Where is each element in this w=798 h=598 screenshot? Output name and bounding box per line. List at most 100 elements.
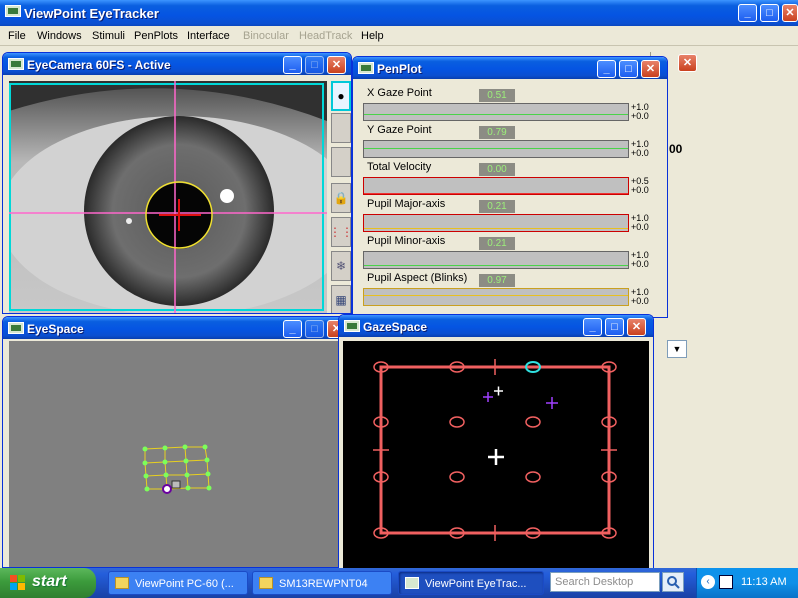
taskbar-item[interactable]: ViewPoint PC-60 (... bbox=[108, 571, 248, 595]
eyespace-minimize-button[interactable]: _ bbox=[283, 320, 302, 338]
clock: 11:13 AM bbox=[741, 576, 787, 588]
app-minimize-button[interactable]: _ bbox=[738, 4, 757, 22]
pp-value: 0.00 bbox=[479, 163, 515, 176]
folder-icon bbox=[115, 577, 129, 589]
penplot-close-button[interactable]: ✕ bbox=[641, 60, 660, 78]
menu-stimuli[interactable]: Stimuli bbox=[92, 30, 125, 42]
background-close-button[interactable]: ✕ bbox=[678, 54, 697, 72]
eyecamera-minimize-button[interactable]: _ bbox=[283, 56, 302, 74]
gazespace-title: GazeSpace bbox=[363, 320, 428, 334]
pp-scale: +1.0 +0.0 bbox=[631, 250, 649, 269]
snowflake-icon[interactable]: ❄ bbox=[331, 251, 351, 281]
taskbar-item[interactable]: ViewPoint EyeTrac... bbox=[398, 571, 544, 595]
gazespace-window: GazeSpace _ □ ✕ bbox=[338, 314, 654, 568]
pp-strip bbox=[363, 140, 629, 158]
menu-bar: File Windows Stimuli PenPlots Interface … bbox=[0, 26, 798, 46]
penplot-title-bar: PenPlot _ □ ✕ bbox=[353, 57, 667, 79]
background-dropdown[interactable]: ▼ bbox=[667, 340, 687, 358]
tray-app-icon[interactable] bbox=[719, 575, 733, 589]
eyespace-icon bbox=[8, 322, 24, 334]
eye-image bbox=[9, 81, 327, 313]
pp-label: X Gaze Point bbox=[367, 87, 432, 99]
search-icon[interactable] bbox=[662, 572, 684, 592]
penplot-minimize-button[interactable]: _ bbox=[597, 60, 616, 78]
pp-scale: +1.0 +0.0 bbox=[631, 139, 649, 158]
pp-label: Total Velocity bbox=[367, 161, 432, 173]
image-icon[interactable]: ▦ bbox=[331, 285, 351, 313]
menu-interface[interactable]: Interface bbox=[187, 30, 230, 42]
background-value: 00 bbox=[669, 142, 683, 156]
eyecamera-icon bbox=[8, 58, 24, 70]
taskbar-item-label: ViewPoint EyeTrac... bbox=[425, 578, 527, 590]
app-maximize-button[interactable]: □ bbox=[760, 4, 779, 22]
search-desktop-input[interactable]: Search Desktop bbox=[550, 572, 660, 592]
app-title: ViewPoint EyeTracker bbox=[24, 6, 159, 21]
eyespace-title: EyeSpace bbox=[27, 322, 84, 336]
menu-binocular: Binocular bbox=[243, 30, 289, 42]
menu-help[interactable]: Help bbox=[361, 30, 384, 42]
pp-scale: +0.5 +0.0 bbox=[631, 176, 649, 195]
system-tray: ‹ 11:13 AM bbox=[696, 568, 798, 598]
pp-strip bbox=[363, 251, 629, 269]
eyespace-window: EyeSpace _ □ ✕ bbox=[2, 316, 346, 568]
windows-logo-icon bbox=[10, 575, 26, 591]
pp-value: 0.21 bbox=[479, 237, 515, 250]
eyecamera-close-button[interactable]: ✕ bbox=[327, 56, 346, 74]
eyecamera-title-bar: EyeCamera 60FS - Active _ □ ✕ bbox=[3, 53, 351, 75]
pp-value: 0.97 bbox=[479, 274, 515, 287]
pp-label: Pupil Aspect (Blinks) bbox=[367, 272, 468, 284]
menu-file[interactable]: File bbox=[8, 30, 26, 42]
pp-label: Y Gaze Point bbox=[367, 124, 432, 136]
pp-label: Pupil Major-axis bbox=[367, 198, 446, 210]
taskbar-item-label: SM13REWPNT04 bbox=[279, 578, 368, 590]
pp-scale: +1.0 +0.0 bbox=[631, 213, 649, 232]
eyespace-title-bar: EyeSpace _ □ ✕ bbox=[3, 317, 345, 339]
eyecamera-maximize-button: □ bbox=[305, 56, 324, 74]
gazespace-icon bbox=[344, 320, 360, 332]
pp-strip bbox=[363, 177, 629, 195]
eye-camera-view[interactable] bbox=[9, 81, 327, 313]
gazespace-view[interactable] bbox=[343, 341, 649, 568]
gazespace-close-button[interactable]: ✕ bbox=[627, 318, 646, 336]
viewpoint-app-icon bbox=[405, 577, 419, 589]
start-label: start bbox=[32, 573, 67, 590]
lock-icon[interactable]: 🔒 bbox=[331, 183, 351, 213]
pupil-dot-button[interactable]: ● bbox=[331, 81, 351, 111]
pp-scale: +1.0 +0.0 bbox=[631, 102, 649, 121]
eyespace-calibration-grid bbox=[142, 444, 212, 494]
penplot-title: PenPlot bbox=[377, 62, 422, 76]
penplot-window: PenPlot _ □ ✕ X Gaze Point 0.51 +1.0 +0.0… bbox=[352, 56, 668, 318]
pp-value: 0.21 bbox=[479, 200, 515, 213]
pp-strip bbox=[363, 214, 629, 232]
menu-headtrack: HeadTrack bbox=[299, 30, 353, 42]
gazespace-calibration-map bbox=[373, 359, 617, 541]
tray-expand-icon[interactable]: ‹ bbox=[701, 575, 715, 589]
penplot-maximize-button[interactable]: □ bbox=[619, 60, 638, 78]
app-close-button[interactable]: ✕ bbox=[782, 4, 798, 22]
eyecamera-title: EyeCamera 60FS - Active bbox=[27, 58, 171, 72]
pp-value: 0.51 bbox=[479, 89, 515, 102]
taskbar: start ViewPoint PC-60 (... SM13REWPNT04 … bbox=[0, 568, 798, 598]
penplot-icon bbox=[358, 62, 374, 74]
menu-penplots[interactable]: PenPlots bbox=[134, 30, 178, 42]
app-title-bar: ViewPoint EyeTracker _ □ ✕ bbox=[0, 0, 798, 28]
camera-tool-button-3[interactable] bbox=[331, 147, 351, 177]
folder-icon bbox=[259, 577, 273, 589]
camera-tool-button-2[interactable] bbox=[331, 113, 351, 143]
gazespace-maximize-button[interactable]: □ bbox=[605, 318, 624, 336]
pp-strip bbox=[363, 288, 629, 306]
taskbar-item[interactable]: SM13REWPNT04 bbox=[252, 571, 392, 595]
grid-icon[interactable]: ⋮⋮ bbox=[329, 217, 351, 247]
start-button[interactable]: start bbox=[0, 568, 96, 598]
pp-strip bbox=[363, 103, 629, 121]
pp-label: Pupil Minor-axis bbox=[367, 235, 446, 247]
gazespace-minimize-button[interactable]: _ bbox=[583, 318, 602, 336]
pp-scale: +1.0 +0.0 bbox=[631, 287, 649, 306]
eyecamera-window: EyeCamera 60FS - Active _ □ ✕ ● 🔒 ⋮⋮ ❄ ▦ bbox=[2, 52, 352, 314]
viewpoint-app-icon bbox=[5, 5, 21, 17]
gazespace-title-bar: GazeSpace _ □ ✕ bbox=[339, 315, 653, 337]
eyespace-maximize-button: □ bbox=[305, 320, 324, 338]
eyespace-view[interactable] bbox=[9, 341, 339, 567]
menu-windows[interactable]: Windows bbox=[37, 30, 82, 42]
pp-value: 0.79 bbox=[479, 126, 515, 139]
